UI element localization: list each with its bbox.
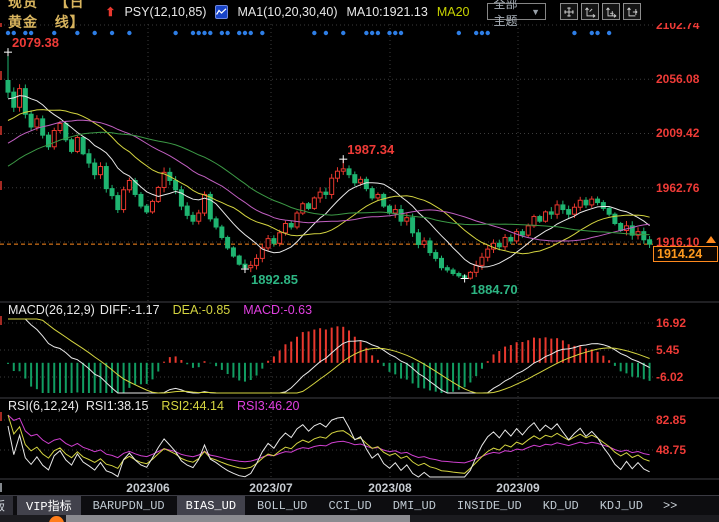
axis-scale-icon[interactable] [581,3,599,20]
chevron-down-icon: ▼ [531,7,540,17]
chart-plot-area[interactable] [0,0,719,522]
theme-dropdown[interactable]: 全部主题 ▼ [487,3,546,20]
line-chart-icon [215,5,228,19]
horizontal-scrollbar[interactable] [0,515,719,522]
ma10-value-label: MA10:1921.13 [347,5,428,19]
trading-terminal: 现货黄金 【日线】 ⬆ PSY(12,10,85) MA1(10,20,30,4… [0,0,719,522]
indicator-tab-bar: 版 VIP指标BARUPDN_UDBIAS_UDBOLL_UDCCI_UDDMI… [0,495,719,515]
tab-boll-ud[interactable]: BOLL_UD [248,496,316,515]
period-label: 【日线】 [55,0,97,32]
tab-inside-ud[interactable]: INSIDE_UD [448,496,531,515]
ma20-label: MA20 [437,5,470,19]
up-arrow-icon: ⬆ [105,6,115,18]
symbol-name: 现货黄金 [8,0,50,32]
tab-kdj-ud[interactable]: KDJ_UD [591,496,652,515]
top-toolbar: 现货黄金 【日线】 ⬆ PSY(12,10,85) MA1(10,20,30,4… [0,0,719,23]
tab-vip-[interactable]: VIP指标 [17,496,81,515]
tab-clipped[interactable]: 版 [0,496,13,515]
tab-kd-ud[interactable]: KD_UD [534,496,588,515]
psy-indicator-label: PSY(12,10,85) [124,5,206,19]
tab-bias-ud[interactable]: BIAS_UD [177,496,245,515]
tab-cci-ud[interactable]: CCI_UD [319,496,380,515]
theme-dropdown-label: 全部主题 [493,0,521,29]
axis-move-right-icon[interactable] [623,3,641,20]
more-tabs-button[interactable]: >> [655,496,685,515]
ma-group-label: MA1(10,20,30,40) [237,5,337,19]
scrollbar-thumb[interactable] [66,515,410,522]
tab-barupdn-ud[interactable]: BARUPDN_UD [84,496,174,515]
crosshair-icon[interactable] [560,3,578,20]
axis-scale-right-icon[interactable] [602,3,620,20]
chart-tool-buttons [560,3,641,20]
tab-dmi-ud[interactable]: DMI_UD [384,496,445,515]
